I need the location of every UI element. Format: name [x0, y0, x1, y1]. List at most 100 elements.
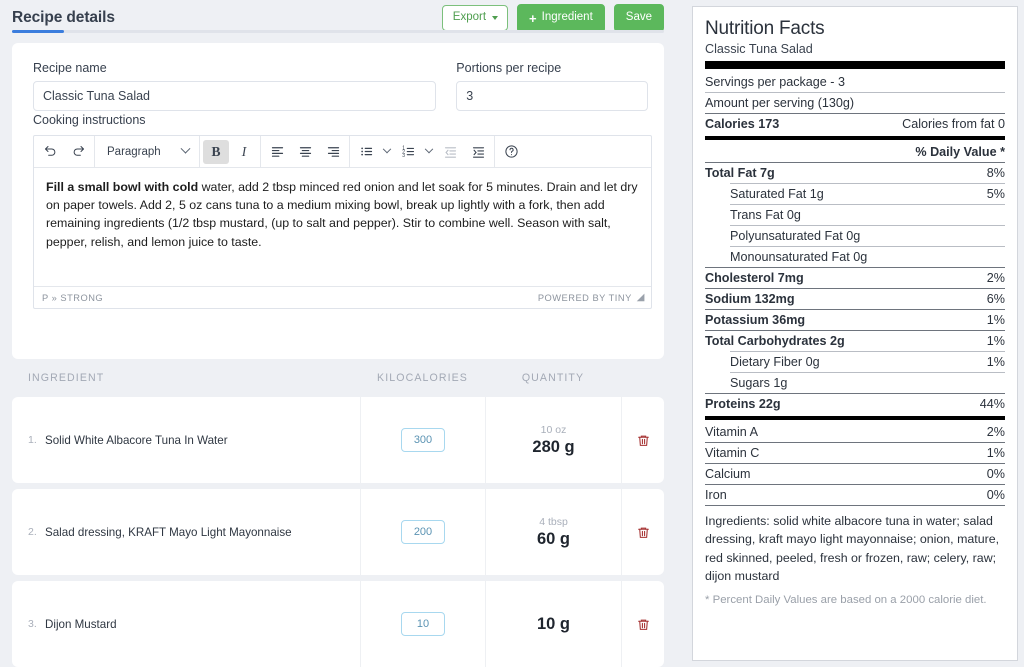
micronutrient-lines: Vitamin A2%Vitamin C1%Calcium0%Iron0%	[705, 422, 1005, 505]
bold-icon[interactable]: B	[203, 140, 229, 164]
recipe-name-input[interactable]	[33, 81, 436, 111]
portions-label: Portions per recipe	[456, 61, 648, 75]
instructions-lead: Fill a small bowl with cold	[46, 180, 198, 194]
undo-icon[interactable]	[37, 140, 63, 164]
nutrient-daily-value: 1%	[987, 313, 1005, 327]
amount-per-serving-text: Amount per serving (130g)	[705, 96, 854, 110]
daily-value-header: % Daily Value *	[705, 142, 1005, 162]
quantity-cell[interactable]: 4 tbsp 60 g	[485, 489, 621, 575]
micronutrient-label: Vitamin A	[705, 425, 758, 439]
svg-text:3: 3	[402, 153, 405, 159]
resize-handle-icon[interactable]: ◢	[637, 292, 645, 303]
align-left-icon[interactable]	[264, 140, 290, 164]
ingredient-name-cell: 3.Dijon Mustard	[12, 581, 360, 667]
ingredient-name-cell: 2.Salad dressing, KRAFT Mayo Light Mayon…	[12, 489, 360, 575]
divider-thick	[705, 61, 1005, 69]
save-button[interactable]: Save	[614, 4, 664, 32]
nutrient-label: Cholesterol 7mg	[705, 271, 804, 285]
instructions-paragraph: Fill a small bowl with cold water, add 2…	[46, 178, 639, 251]
ingredient-name[interactable]: Dijon Mustard	[45, 618, 117, 631]
quantity-cell[interactable]: 10 g	[485, 581, 621, 667]
nutrient-label: Monounsaturated Fat 0g	[730, 250, 867, 264]
nutrient-line: Cholesterol 7mg 2%	[705, 268, 1005, 288]
nutrient-daily-value: 6%	[987, 292, 1005, 306]
divider-medium	[705, 416, 1005, 420]
chevron-down-icon	[425, 144, 433, 152]
align-right-icon[interactable]	[320, 140, 346, 164]
micronutrient-label: Vitamin C	[705, 446, 759, 460]
outdent-icon[interactable]	[437, 140, 463, 164]
toolbar-divider	[94, 136, 95, 168]
amount-per-serving: Amount per serving (130g)	[705, 93, 1005, 113]
nutrient-line: Saturated Fat 1g5%	[705, 184, 1005, 204]
quantity-alternate: 4 tbsp	[539, 516, 568, 528]
delete-cell	[621, 489, 664, 575]
micronutrient-line: Vitamin A 2%	[705, 422, 1005, 442]
row-index: 2.	[28, 526, 45, 538]
progress-track	[12, 30, 664, 33]
ingredient-table: INGREDIENT KILOCALORIES QUANTITY 1.Solid…	[12, 359, 664, 667]
cooking-instructions-label: Cooking instructions	[33, 113, 146, 127]
align-center-icon[interactable]	[292, 140, 318, 164]
nutrient-label: Sugars 1g	[730, 376, 787, 390]
nutrient-line: Total Carbohydrates 2g1%	[705, 331, 1005, 351]
header-actions: Export + Ingredient Save	[442, 4, 664, 33]
nutrient-line: Monounsaturated Fat 0g	[705, 247, 1005, 267]
quantity-cell[interactable]: 10 oz 280 g	[485, 397, 621, 483]
add-ingredient-button[interactable]: + Ingredient	[517, 4, 605, 33]
quantity-grams: 60 g	[537, 530, 570, 549]
ingredient-name[interactable]: Solid White Albacore Tuna In Water	[45, 434, 228, 447]
bullet-list-chevron-down-icon[interactable]	[380, 140, 394, 164]
toolbar-divider	[260, 136, 261, 168]
delete-ingredient-button[interactable]	[637, 434, 650, 447]
column-header-ingredient: INGREDIENT	[12, 372, 360, 384]
editor-content-area[interactable]: Fill a small bowl with cold water, add 2…	[34, 168, 651, 286]
recipe-name-field-group: Recipe name	[33, 61, 436, 111]
kilocalories-input[interactable]	[401, 520, 445, 544]
bullet-list-icon[interactable]	[353, 140, 379, 164]
chevron-down-icon	[181, 144, 191, 154]
export-button[interactable]: Export	[442, 5, 508, 31]
portions-input[interactable]	[456, 81, 648, 111]
italic-icon[interactable]: I	[231, 140, 257, 164]
editor-toolbar: Paragraph B I	[34, 136, 651, 168]
editor-element-path[interactable]: P » STRONG	[42, 293, 103, 303]
nutrition-facts-subtitle: Classic Tuna Salad	[705, 42, 1005, 56]
indent-icon[interactable]	[465, 140, 491, 164]
nutrient-label: Trans Fat 0g	[730, 208, 801, 222]
delete-ingredient-button[interactable]	[637, 618, 650, 631]
table-header-row: INGREDIENT KILOCALORIES QUANTITY	[12, 359, 664, 397]
delete-ingredient-button[interactable]	[637, 526, 650, 539]
ingredient-name[interactable]: Salad dressing, KRAFT Mayo Light Mayonna…	[45, 526, 292, 539]
editor-brand-label: POWERED BY TINY	[538, 293, 632, 303]
redo-icon[interactable]	[65, 140, 91, 164]
nutrient-label: Saturated Fat 1g	[730, 187, 824, 201]
toolbar-divider	[494, 136, 495, 168]
ingredient-name-cell: 1.Solid White Albacore Tuna In Water	[12, 397, 360, 483]
nutrient-label: Proteins 22g	[705, 397, 781, 411]
plus-icon: +	[529, 12, 537, 25]
quantity-grams: 10 g	[537, 615, 570, 634]
page-title: Recipe details	[12, 9, 115, 27]
kilocalories-input[interactable]	[401, 428, 445, 452]
numbered-list-chevron-down-icon[interactable]	[422, 140, 436, 164]
nutrient-line: Sodium 132mg6%	[705, 289, 1005, 309]
daily-value-footnote: * Percent Daily Values are based on a 20…	[705, 585, 1005, 606]
quantity-alternate: 10 oz	[541, 424, 567, 436]
editor-status-bar: P » STRONG POWERED BY TINY ◢	[34, 286, 651, 308]
micronutrient-line: Calcium0%	[705, 464, 1005, 484]
micronutrient-label: Iron	[705, 488, 727, 502]
table-body: 1.Solid White Albacore Tuna In Water 10 o…	[12, 397, 664, 667]
kilocalories-input[interactable]	[401, 612, 445, 636]
numbered-list-icon[interactable]: 123	[395, 140, 421, 164]
micronutrient-daily-value: 2%	[987, 425, 1005, 439]
quantity-grams: 280 g	[532, 438, 574, 457]
micronutrient-line: Vitamin C1%	[705, 443, 1005, 463]
recipe-details-card: Recipe name Portions per recipe Cooking …	[12, 43, 664, 359]
block-format-select[interactable]: Paragraph	[100, 140, 194, 164]
nutrient-line: Total Fat 7g8%	[705, 163, 1005, 183]
delete-cell	[621, 581, 664, 667]
column-header-quantity: QUANTITY	[485, 372, 621, 384]
help-icon[interactable]	[498, 140, 524, 164]
nutrient-daily-value: 2%	[987, 271, 1005, 285]
